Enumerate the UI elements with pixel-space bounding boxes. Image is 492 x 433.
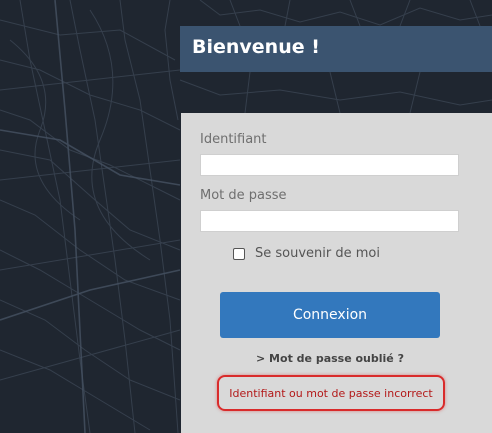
page-title: Bienvenue ! bbox=[192, 36, 320, 58]
username-input[interactable] bbox=[200, 154, 459, 176]
password-input[interactable] bbox=[200, 210, 459, 232]
remember-me-label: Se souvenir de moi bbox=[255, 246, 380, 261]
login-button[interactable]: Connexion bbox=[220, 292, 440, 338]
remember-me-checkbox[interactable] bbox=[233, 247, 245, 260]
welcome-header: Bienvenue ! bbox=[180, 26, 492, 72]
forgot-password-link[interactable]: > Mot de passe oublié ? bbox=[181, 352, 479, 365]
username-label: Identifiant bbox=[200, 132, 267, 147]
remember-me-option[interactable]: Se souvenir de moi bbox=[233, 246, 380, 261]
error-message-box: Identifiant ou mot de passe incorrect bbox=[217, 375, 445, 411]
password-label: Mot de passe bbox=[200, 188, 287, 203]
error-message: Identifiant ou mot de passe incorrect bbox=[229, 386, 433, 400]
login-panel: Identifiant Mot de passe Se souvenir de … bbox=[181, 113, 492, 433]
